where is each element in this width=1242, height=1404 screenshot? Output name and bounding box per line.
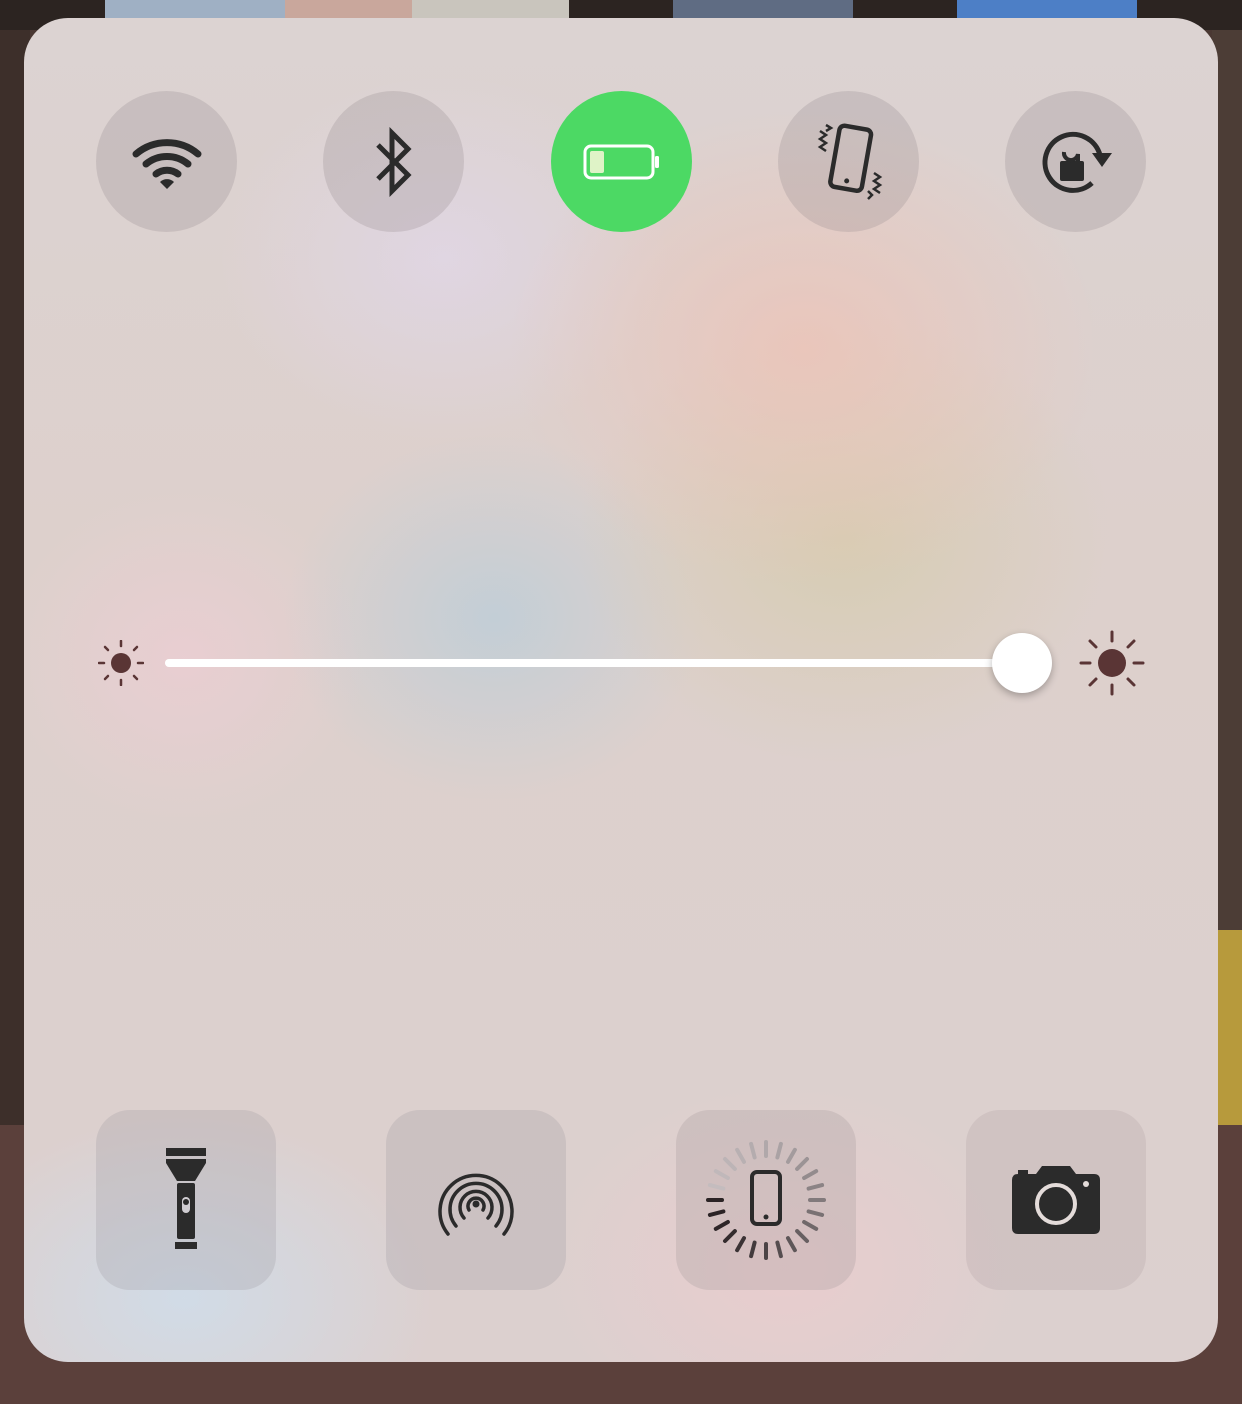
sun-large-icon [1079, 630, 1145, 696]
flashlight-button[interactable] [96, 1110, 276, 1290]
camera-icon [1012, 1166, 1100, 1234]
silent-mode-toggle[interactable] [778, 91, 919, 232]
phone-spinner-icon [706, 1140, 826, 1260]
orientation-lock-icon [1042, 131, 1112, 193]
screen-mirroring-button[interactable] [676, 1110, 856, 1290]
brightness-slider[interactable] [24, 618, 1218, 708]
wifi-icon [132, 138, 201, 189]
camera-button[interactable] [966, 1110, 1146, 1290]
battery-icon [583, 144, 659, 179]
bluetooth-toggle[interactable] [323, 91, 464, 232]
vibrate-phone-icon [817, 122, 882, 200]
orientation-lock-toggle[interactable] [1005, 91, 1146, 232]
brightness-track[interactable] [165, 659, 1031, 667]
brightness-fill [165, 659, 1023, 667]
flashlight-icon [166, 1148, 206, 1249]
wifi-toggle[interactable] [96, 91, 237, 232]
brightness-knob[interactable] [992, 633, 1053, 693]
low-power-toggle[interactable] [551, 91, 692, 232]
bluetooth-icon [375, 126, 412, 197]
sun-small-icon [98, 640, 144, 686]
control-center-panel [24, 18, 1218, 1362]
airdrop-icon [438, 1173, 514, 1236]
airdrop-button[interactable] [386, 1110, 566, 1290]
